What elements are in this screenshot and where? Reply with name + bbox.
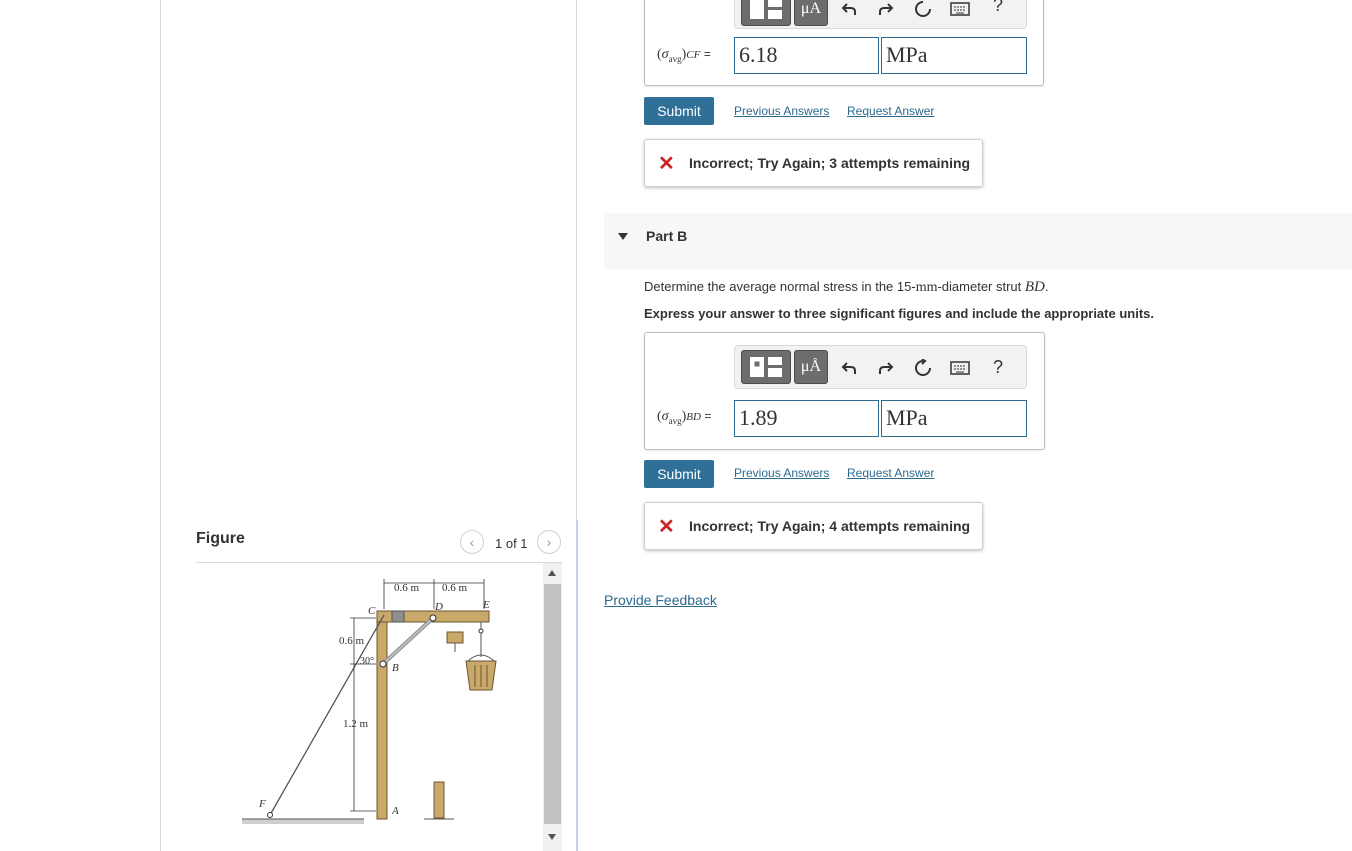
part-b-answer-box: μÅ ? (σavg)BD = 1.89 MPa — [644, 332, 1045, 450]
figure-scrollbar-thumb[interactable] — [544, 584, 561, 824]
part-b-title: Part B — [646, 228, 688, 244]
help-icon[interactable]: ? — [987, 0, 1009, 16]
part-b-feedback-text: Incorrect; Try Again; 4 attempts remaini… — [689, 518, 971, 534]
question-unit: mm — [915, 280, 938, 295]
part-a-previous-answers-link[interactable]: Previous Answers — [734, 104, 829, 118]
scroll-down-arrow-icon[interactable] — [548, 834, 556, 840]
undo-icon[interactable] — [838, 357, 860, 379]
part-a-units-input[interactable]: MPa — [881, 37, 1027, 74]
provide-feedback-link[interactable]: Provide Feedback — [604, 592, 717, 608]
reset-icon[interactable] — [912, 357, 934, 379]
part-a-feedback-text: Incorrect; Try Again; 3 attempts remaini… — [689, 155, 971, 171]
units-icon[interactable]: μÅ — [794, 350, 828, 384]
part-b-variable-tail: BD — [686, 411, 701, 423]
part-a-request-answer-link[interactable]: Request Answer — [847, 104, 934, 118]
collapse-triangle-icon[interactable] — [618, 233, 628, 240]
part-a-value-input[interactable]: 6.18 — [734, 37, 879, 74]
dim-top-right: 0.6 m — [442, 582, 468, 594]
part-b-variable-label: (σavg)BD = — [657, 409, 712, 426]
part-b-units-input[interactable]: MPa — [881, 400, 1027, 437]
help-icon[interactable]: ? — [987, 356, 1009, 378]
incorrect-icon: ✕ — [658, 152, 675, 175]
part-b-header[interactable]: Part B — [604, 213, 1352, 269]
part-b-feedback: ✕ Incorrect; Try Again; 4 attempts remai… — [644, 502, 983, 550]
help-label: ? — [992, 0, 1003, 15]
ground — [242, 819, 364, 824]
part-a-feedback: ✕ Incorrect; Try Again; 3 attempts remai… — [644, 139, 983, 187]
question-text-1: Determine the average normal stress in t… — [644, 279, 916, 294]
part-a-equals: = — [703, 47, 711, 61]
scroll-up-arrow-icon[interactable] — [548, 570, 556, 576]
keyboard-icon[interactable] — [949, 0, 971, 20]
dim-left-lower: 1.2 m — [343, 718, 369, 730]
part-b-previous-answers-link[interactable]: Previous Answers — [734, 466, 829, 480]
part-b-toolbar: μÅ ? — [734, 345, 1027, 389]
figure-diagram: 0.6 m 0.6 m 0.6 m 1.2 m 30° C D E B A F — [242, 579, 497, 824]
part-a-answer-box: μA ? (σavg)CF = 6.18 MPa — [644, 0, 1044, 86]
help-label: ? — [992, 356, 1003, 377]
next-figure-button[interactable]: › — [537, 530, 561, 554]
redo-icon[interactable] — [875, 0, 897, 20]
left-divider — [160, 0, 161, 851]
part-b-variable-sub: avg — [668, 415, 682, 426]
figure-pager-text: 1 of 1 — [495, 536, 528, 551]
undo-icon[interactable] — [838, 0, 860, 20]
cable-cf — [269, 614, 385, 816]
part-b-request-answer-link[interactable]: Request Answer — [847, 466, 934, 480]
label-d: D — [434, 601, 443, 613]
angle-label: 30° — [360, 656, 374, 667]
incorrect-icon: ✕ — [658, 515, 675, 538]
dim-top-left: 0.6 m — [394, 582, 420, 594]
post — [376, 610, 388, 820]
reset-icon[interactable] — [912, 0, 934, 20]
part-b-question: Determine the average normal stress in t… — [644, 279, 1049, 296]
keyboard-icon[interactable] — [949, 357, 971, 379]
units-label: μA — [800, 0, 822, 17]
pane-resize-handle[interactable] — [576, 520, 578, 851]
part-a-variable-label: (σavg)CF = — [657, 47, 711, 64]
label-e: E — [482, 599, 490, 611]
part-b-instruction: Express your answer to three significant… — [644, 306, 1154, 321]
label-b: B — [392, 662, 399, 674]
previous-figure-button[interactable]: ‹ — [460, 530, 484, 554]
part-b-submit-button[interactable]: Submit — [644, 460, 714, 488]
dim-left-upper: 0.6 m — [339, 635, 365, 647]
question-text-2: -diameter strut — [937, 279, 1025, 294]
part-a-toolbar: μA ? — [734, 0, 1027, 29]
part-a-variable-sub: avg — [668, 53, 682, 64]
redo-icon[interactable] — [875, 357, 897, 379]
figure-title: Figure — [196, 530, 245, 547]
label-f: F — [258, 798, 266, 810]
part-b-equals: = — [704, 409, 712, 423]
part-b-value-input[interactable]: 1.89 — [734, 400, 879, 437]
label-c: C — [368, 605, 376, 617]
units-label: μÅ — [800, 358, 822, 375]
units-icon[interactable]: μA — [794, 0, 828, 26]
label-a: A — [391, 805, 399, 817]
figure-divider — [196, 562, 562, 563]
question-variable: BD — [1024, 279, 1045, 295]
templates-icon[interactable] — [741, 0, 791, 26]
templates-icon[interactable] — [741, 350, 791, 384]
part-a-submit-button[interactable]: Submit — [644, 97, 714, 125]
question-text-3: . — [1044, 279, 1049, 294]
part-a-variable-tail: CF — [686, 49, 701, 61]
